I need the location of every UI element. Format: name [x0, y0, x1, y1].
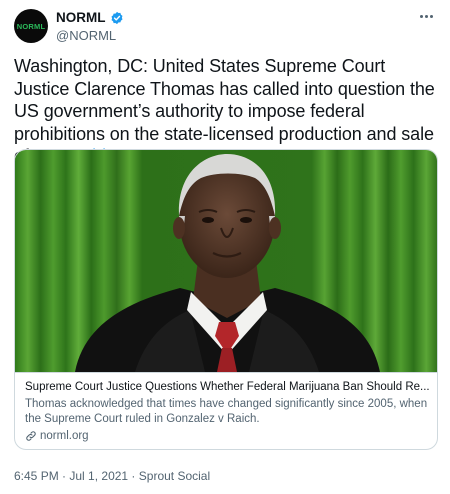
card-domain: norml.org — [40, 430, 89, 442]
meta-separator: · — [58, 469, 70, 483]
avatar[interactable]: NORML — [14, 9, 48, 43]
tweet: NORML NORML @NORML Washington, DC: Unite… — [0, 0, 450, 494]
verified-badge-icon — [111, 11, 122, 24]
meta-separator: · — [128, 469, 139, 483]
tweet-source[interactable]: Sprout Social — [139, 469, 210, 483]
author-name-row: NORML — [56, 10, 124, 25]
card-title[interactable]: Supreme Court Justice Questions Whether … — [25, 379, 429, 395]
card-domain-row: norml.org — [25, 429, 429, 443]
link-preview-card[interactable]: Supreme Court Justice Questions Whether … — [14, 149, 438, 450]
card-image[interactable] — [15, 150, 438, 372]
handle[interactable]: @NORML — [56, 28, 116, 43]
tweet-meta: 6:45 PM · Jul 1, 2021 · Sprout Social — [14, 469, 210, 483]
card-body[interactable]: Supreme Court Justice Questions Whether … — [15, 372, 437, 449]
tweet-time[interactable]: 6:45 PM — [14, 469, 59, 483]
avatar-logo-text: NORML — [16, 21, 46, 31]
display-name[interactable]: NORML — [56, 10, 106, 25]
card-description: Thomas acknowledged that times have chan… — [25, 398, 428, 425]
more-options-icon[interactable] — [416, 8, 436, 24]
link-icon — [26, 431, 36, 441]
tweet-date[interactable]: Jul 1, 2021 — [69, 469, 128, 483]
